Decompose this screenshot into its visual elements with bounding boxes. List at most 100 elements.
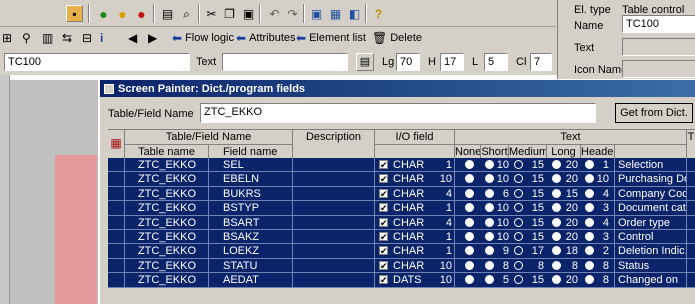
medium-radio[interactable] — [514, 259, 526, 273]
radio-button[interactable] — [465, 188, 474, 198]
radio-button[interactable] — [552, 246, 561, 256]
radio-button[interactable] — [552, 174, 561, 184]
io-checkbox[interactable] — [379, 216, 391, 230]
checkbox[interactable] — [379, 201, 388, 215]
none-radio[interactable] — [465, 259, 477, 273]
col-description[interactable]: Description — [293, 130, 375, 159]
field-name-cell[interactable]: BSTYP — [209, 201, 293, 215]
row-selector[interactable] — [108, 216, 125, 230]
radio-button[interactable] — [514, 231, 523, 241]
description-cell[interactable] — [293, 216, 375, 230]
element-text-field[interactable] — [222, 53, 348, 71]
radio-button[interactable] — [514, 246, 523, 256]
l-field[interactable]: 5 — [484, 53, 508, 71]
info-icon[interactable]: i — [100, 29, 103, 47]
table-row[interactable]: ZTC_EKKOEBELN CHAR 10 10 15 20 10 Purchasing Do… — [108, 172, 695, 187]
description-cell[interactable] — [293, 244, 375, 258]
find-icon[interactable]: ⌕ — [178, 5, 195, 22]
table-row[interactable]: ZTC_EKKOBSTYP CHAR 1 10 15 20 3 Document cat. — [108, 201, 695, 216]
checkbox[interactable] — [379, 230, 388, 244]
none-radio[interactable] — [465, 187, 477, 201]
move-icon[interactable]: ⇆ — [62, 29, 72, 47]
radio-button[interactable] — [552, 231, 561, 241]
dict-fields-icon[interactable]: ▥ — [42, 29, 53, 47]
col-table-name[interactable]: Table name — [125, 145, 209, 159]
col-short[interactable]: Short — [481, 145, 509, 159]
icon-name-field[interactable] — [622, 60, 695, 78]
radio-button[interactable] — [552, 203, 561, 213]
row-selector[interactable] — [108, 172, 125, 186]
radio-button[interactable] — [465, 217, 474, 227]
row-selector[interactable] — [108, 273, 125, 287]
table-row[interactable]: ZTC_EKKOBSART CHAR 4 10 15 20 4 Order type — [108, 215, 695, 230]
cl-field[interactable]: 7 — [530, 53, 552, 71]
text-icon-button[interactable]: ▤ — [356, 53, 374, 71]
radio-button[interactable] — [485, 217, 494, 227]
exit-icon[interactable]: ● — [114, 5, 131, 22]
structure-icon[interactable]: ⊟ — [82, 29, 92, 47]
col-none[interactable]: None — [455, 145, 481, 159]
none-radio[interactable] — [465, 230, 477, 244]
io-checkbox[interactable] — [379, 172, 391, 186]
table-row[interactable]: ZTC_EKKOSTATU CHAR 10 8 8 8 8 Status — [108, 258, 695, 274]
field-name-cell[interactable]: EBELN — [209, 172, 293, 186]
radio-button[interactable] — [585, 203, 594, 213]
flow-logic-button[interactable]: ⬅ Flow logic — [172, 29, 234, 47]
radio-button[interactable] — [514, 203, 523, 213]
radio-button[interactable] — [485, 174, 494, 184]
field-name-cell[interactable]: AEDAT — [209, 273, 293, 287]
medium-radio[interactable] — [514, 216, 526, 230]
table-name-cell[interactable]: ZTC_EKKO — [125, 172, 209, 186]
radio-button[interactable] — [552, 217, 561, 227]
medium-radio[interactable] — [514, 172, 526, 186]
row-selector[interactable] — [108, 259, 125, 273]
radio-button[interactable] — [465, 246, 474, 256]
delete-button[interactable]: 🗑 Delete — [372, 29, 422, 47]
next-icon[interactable]: ▶ — [148, 29, 157, 47]
print-icon[interactable]: ▤ — [159, 5, 176, 22]
row-selector[interactable] — [108, 187, 125, 201]
checkbox[interactable] — [379, 216, 388, 230]
get-from-dict-button[interactable]: Get from Dict. — [615, 103, 693, 123]
previous-icon[interactable]: ◀ — [128, 29, 137, 47]
cut-icon[interactable]: ✂ — [203, 5, 220, 22]
row-selector[interactable] — [108, 244, 125, 258]
radio-button[interactable] — [485, 203, 494, 213]
radio-button[interactable] — [485, 188, 494, 198]
description-cell[interactable] — [293, 273, 375, 287]
radio-button[interactable] — [485, 260, 494, 270]
checkbox[interactable] — [379, 158, 388, 172]
radio-button[interactable] — [514, 188, 523, 198]
col-field-name[interactable]: Field name — [209, 145, 293, 159]
element-list-button[interactable]: ⬅ Element list — [296, 29, 366, 47]
checkbox[interactable] — [379, 172, 388, 186]
redo-icon[interactable]: ↷ — [284, 5, 301, 22]
medium-radio[interactable] — [514, 273, 526, 287]
table-name-cell[interactable]: ZTC_EKKO — [125, 273, 209, 287]
col-header[interactable]: Header — [581, 145, 615, 159]
radio-button[interactable] — [585, 217, 594, 227]
element-name-field[interactable]: TC100 — [4, 53, 190, 71]
table-row[interactable]: ZTC_EKKOBSAKZ CHAR 1 10 15 20 3 Control — [108, 229, 695, 245]
lg-field[interactable]: 70 — [396, 53, 420, 71]
radio-button[interactable] — [514, 217, 523, 227]
radio-button[interactable] — [585, 188, 594, 198]
description-cell[interactable] — [293, 230, 375, 244]
radio-button[interactable] — [485, 231, 494, 241]
radio-button[interactable] — [514, 160, 523, 169]
table-row[interactable]: ZTC_EKKOAEDAT DATS 10 5 15 20 8 Changed on — [108, 273, 695, 288]
field-name-cell[interactable]: BSART — [209, 216, 293, 230]
radio-button[interactable] — [585, 275, 594, 285]
description-cell[interactable] — [293, 187, 375, 201]
io-checkbox[interactable] — [379, 230, 391, 244]
description-cell[interactable] — [293, 158, 375, 172]
none-radio[interactable] — [465, 172, 477, 186]
description-cell[interactable] — [293, 259, 375, 273]
radio-button[interactable] — [514, 260, 523, 270]
io-checkbox[interactable] — [379, 259, 391, 273]
checkbox[interactable] — [379, 273, 388, 287]
radio-button[interactable] — [485, 160, 494, 169]
radio-button[interactable] — [485, 246, 494, 256]
medium-radio[interactable] — [514, 230, 526, 244]
medium-radio[interactable] — [514, 244, 526, 258]
